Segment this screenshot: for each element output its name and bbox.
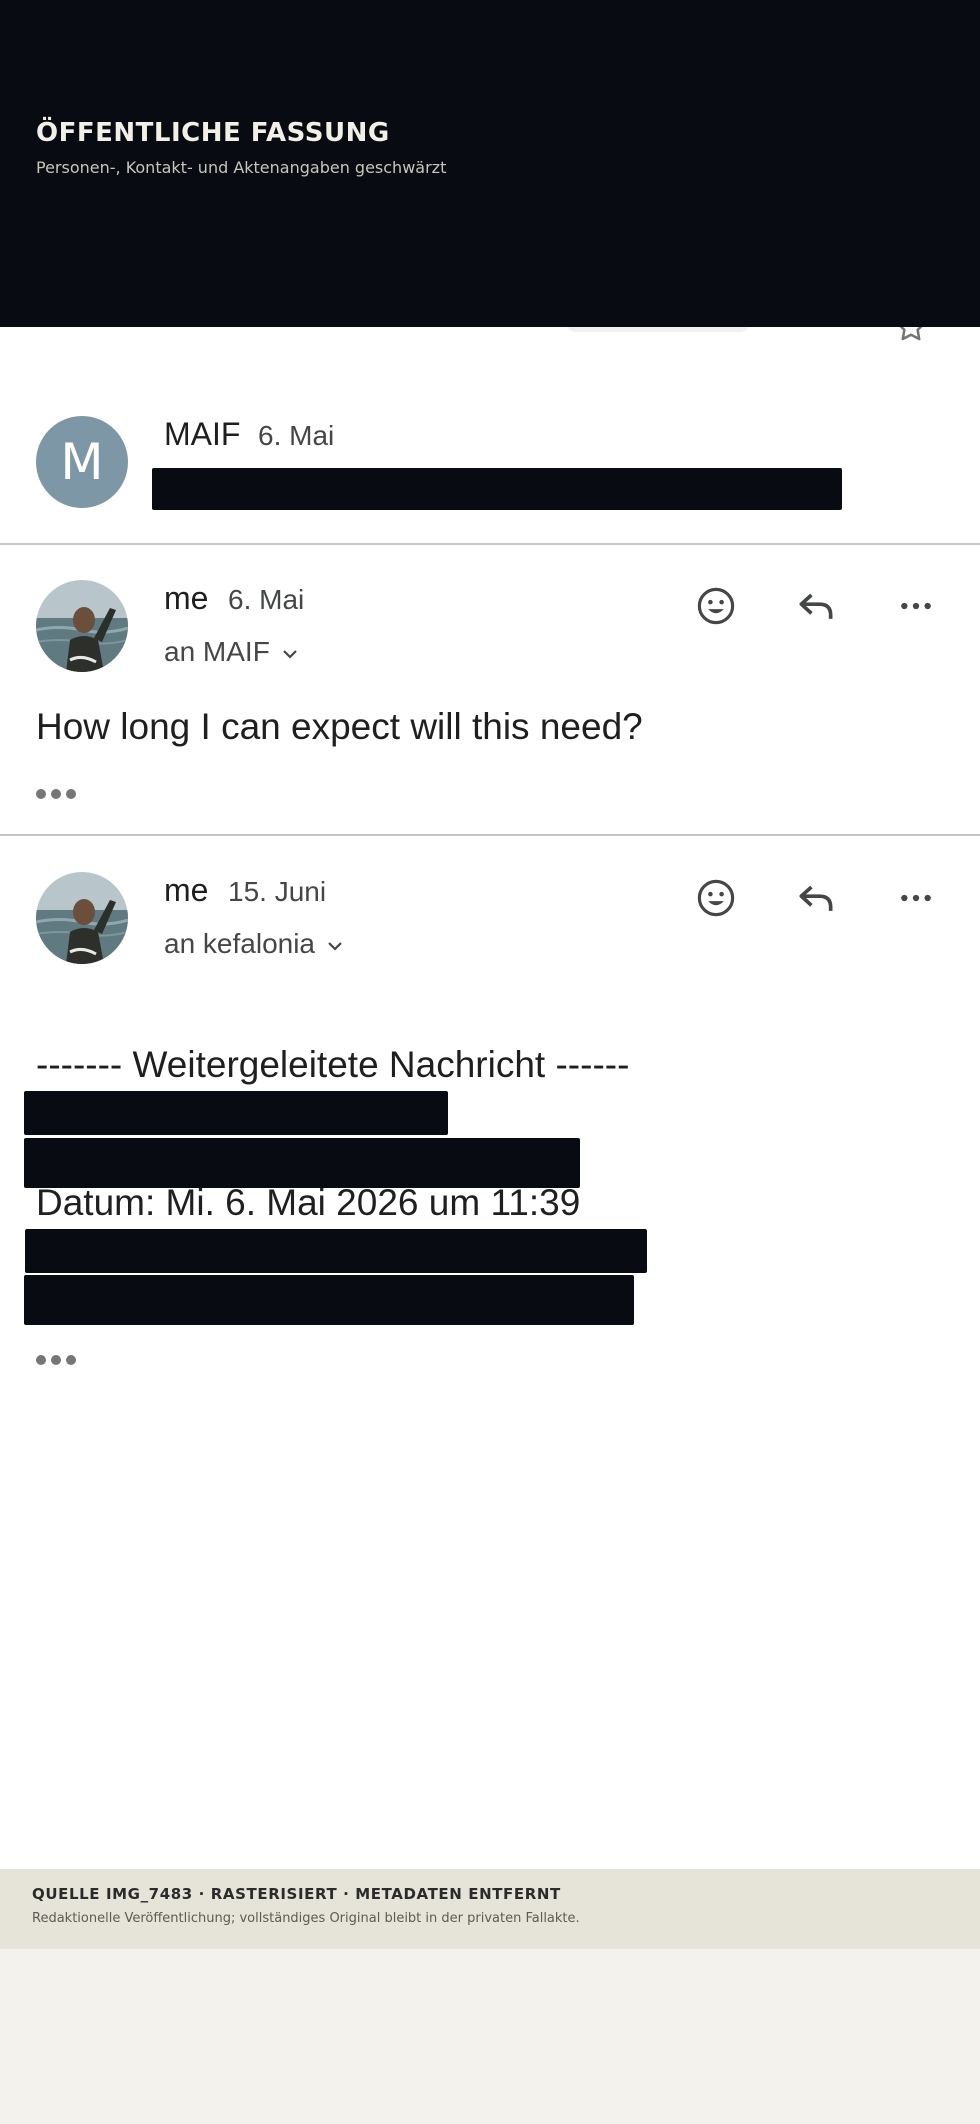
message-divider [0, 543, 980, 545]
show-quoted-text-button[interactable] [36, 1350, 84, 1370]
message-divider [0, 834, 980, 836]
banner-title: ÖFFENTLICHE FASSUNG [36, 118, 390, 148]
redaction-bar [25, 1229, 647, 1273]
user-photo [36, 872, 128, 964]
smiley-icon [697, 587, 735, 625]
avatar [36, 580, 128, 672]
chevron-down-icon [328, 942, 342, 951]
sender-name: me [164, 580, 209, 616]
reply-button[interactable] [792, 874, 840, 922]
message-date: 15. Juni [228, 876, 327, 907]
recipient-toggle[interactable]: an MAIF [164, 636, 298, 668]
show-quoted-text-button[interactable] [36, 784, 84, 804]
more-options-button[interactable] [892, 582, 940, 630]
sender-name: MAIF [164, 416, 241, 452]
redaction-bar [24, 1091, 448, 1135]
source-footer: QUELLE IMG_7483 · RASTERISIERT · METADAT… [0, 1869, 980, 1949]
ellipsis-icon [36, 789, 46, 799]
avatar [36, 872, 128, 964]
message-date: 6. Mai [258, 420, 335, 451]
reply-icon [799, 593, 833, 619]
footer-title: QUELLE IMG_7483 · RASTERISIERT · METADAT… [32, 1885, 561, 1903]
recipient-label: an MAIF [164, 636, 270, 667]
footer-note: Redaktionelle Veröffentlichung; vollstän… [32, 1911, 580, 1926]
emoji-reaction-button[interactable] [692, 582, 740, 630]
more-vert-icon [901, 602, 931, 610]
avatar: M [36, 416, 128, 508]
emoji-reaction-button[interactable] [692, 874, 740, 922]
redaction-bar [24, 1138, 580, 1188]
sender-name: me [164, 872, 209, 908]
more-options-button[interactable] [892, 874, 940, 922]
forward-date: Datum: Mi. 6. Mai 2026 um 11:39 [36, 1182, 581, 1223]
redaction-bar [24, 1275, 634, 1325]
smiley-icon [697, 879, 735, 917]
user-photo [36, 580, 128, 672]
recipient-label: an kefalonia [164, 928, 316, 959]
message-date: 6. Mai [228, 584, 305, 615]
banner-subtitle: Personen-, Kontakt- und Aktenangaben ges… [36, 158, 447, 177]
chevron-down-icon [283, 650, 297, 659]
message-body: How long I can expect will this need? [36, 706, 643, 747]
redaction-bar [152, 468, 842, 510]
more-vert-icon [901, 894, 931, 902]
recipient-toggle[interactable]: an kefalonia [164, 928, 343, 960]
publication-banner: ÖFFENTLICHE FASSUNG Personen-, Kontakt- … [0, 0, 980, 327]
forward-header: ------- Weitergeleitete Nachricht ------ [36, 1044, 630, 1085]
ellipsis-icon [36, 1355, 46, 1365]
reply-button[interactable] [792, 582, 840, 630]
reply-icon [799, 885, 833, 911]
